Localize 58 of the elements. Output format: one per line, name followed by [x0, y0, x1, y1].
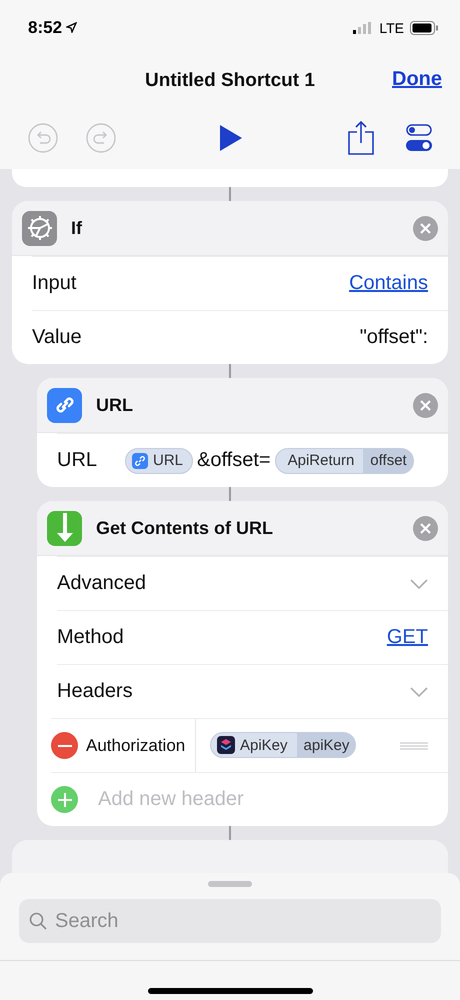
- action-title: If: [71, 218, 83, 238]
- redo-icon: [86, 123, 116, 153]
- parameter-label: URL: [57, 449, 98, 472]
- close-icon: [420, 222, 431, 234]
- parameter-label: Headers: [57, 680, 134, 703]
- play-button[interactable]: [220, 125, 242, 151]
- status-time: 8:52: [28, 18, 78, 38]
- close-icon: [420, 400, 431, 410]
- variable-property: offset: [363, 448, 413, 472]
- variable-property: apiKey: [296, 733, 356, 757]
- parameter-label: Value: [32, 326, 83, 349]
- close-icon: [420, 522, 431, 534]
- network-type: LTE: [379, 20, 404, 36]
- layers-icon: [217, 736, 235, 754]
- chevron-down-icon: [410, 686, 428, 696]
- variable-token[interactable]: ApiReturn offset: [274, 448, 414, 474]
- signal-icon: [353, 22, 374, 34]
- parameter-value: "offset":: [360, 326, 428, 349]
- action-title: URL: [96, 394, 134, 416]
- variable-name: ApiReturn: [288, 452, 354, 469]
- close-button[interactable]: [413, 392, 438, 418]
- parameter-value-link[interactable]: GET: [386, 626, 428, 649]
- share-button[interactable]: [348, 121, 374, 155]
- chevron-down-icon: [410, 578, 428, 588]
- settings-button[interactable]: [406, 124, 432, 152]
- close-button[interactable]: [413, 516, 438, 540]
- parameter-label: Method: [57, 626, 125, 649]
- done-link[interactable]: Done: [392, 68, 442, 91]
- search-input[interactable]: Search: [53, 908, 431, 934]
- url-text: &offset=: [197, 449, 271, 472]
- close-button[interactable]: [413, 216, 438, 240]
- expand-button[interactable]: [410, 578, 428, 588]
- add-button[interactable]: [51, 786, 78, 813]
- parameter-label: Input: [32, 272, 78, 295]
- remove-button[interactable]: [51, 732, 78, 759]
- plus-icon: [58, 792, 72, 806]
- header-key: Authorization: [78, 719, 196, 772]
- parameter-label: Advanced: [57, 572, 147, 595]
- variable-name: URL: [153, 452, 184, 469]
- expand-button[interactable]: [410, 686, 428, 696]
- shortcut-title: Untitled Shortcut 1: [145, 70, 315, 92]
- sheet-handle[interactable]: [208, 881, 252, 887]
- undo-icon: [28, 123, 58, 153]
- action-title: Get Contents of URL: [96, 518, 274, 538]
- minus-icon: [58, 744, 72, 746]
- share-icon: [348, 121, 374, 155]
- drag-handle-icon[interactable]: [400, 742, 428, 750]
- parameter-value-link[interactable]: Contains: [349, 272, 428, 295]
- location-arrow-icon: [66, 22, 78, 33]
- battery-icon: [410, 20, 438, 34]
- search-bar[interactable]: Search: [19, 899, 441, 943]
- search-icon: [29, 912, 47, 930]
- variable-token[interactable]: URL: [125, 448, 194, 474]
- variable-name: ApiKey: [240, 736, 288, 754]
- play-icon: [220, 125, 242, 151]
- variable-token[interactable]: ApiKey apiKey: [210, 732, 356, 758]
- link-icon: [132, 452, 148, 468]
- toggles-icon: [406, 124, 432, 152]
